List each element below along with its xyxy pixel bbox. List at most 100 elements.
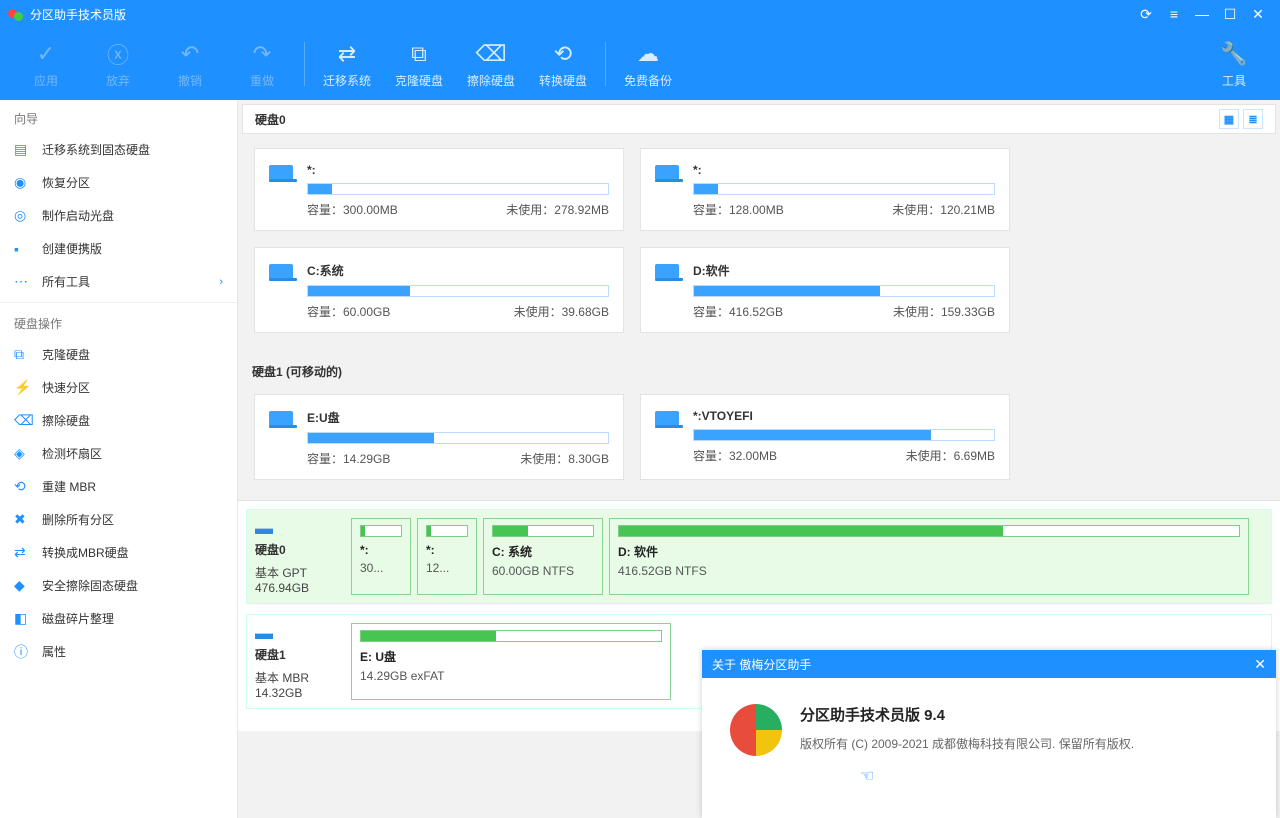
usage-bar <box>693 285 995 297</box>
sidebar-item-ops-1[interactable]: ⚡快速分区 <box>0 371 237 404</box>
capacity-label: 容量：416.52GB <box>693 303 783 320</box>
partition-card[interactable]: C:系统容量：60.00GB 未使用：39.68GB <box>254 247 624 333</box>
sidebar-item-ops-6[interactable]: ⇄转换成MBR硬盘 <box>0 536 237 569</box>
content-area: 硬盘0 ▦ ≣ *:容量：300.00MB未使用：278.92MB*:容量：12… <box>238 100 1280 818</box>
about-logo-icon <box>730 704 782 756</box>
sidebar-item-ops-9[interactable]: ⓘ属性 <box>0 635 237 668</box>
free-label: 未使用：6.69MB <box>906 447 995 464</box>
sidebar-icon: ◎ <box>14 208 34 224</box>
about-copyright: 版权所有 (C) 2009-2021 成都傲梅科技有限公司. 保留所有版权. <box>800 735 1134 752</box>
sidebar-icon: ▪ <box>14 241 34 257</box>
partition-card[interactable]: D:软件容量：416.52GB未使用：159.33GB <box>640 247 1010 333</box>
menu-icon[interactable]: ≡ <box>1160 0 1188 28</box>
partition-card[interactable]: *:容量：300.00MB未使用：278.92MB <box>254 148 624 231</box>
usage-bar <box>693 183 995 195</box>
capacity-label: 容量：300.00MB <box>307 201 398 218</box>
convert-disk-button[interactable]: ⟲转换硬盘 <box>527 34 599 94</box>
clone-disk-button[interactable]: ⧉克隆硬盘 <box>383 34 455 94</box>
disk-name: 硬盘1 <box>255 646 345 663</box>
segment-sub: 14.29GB exFAT <box>360 669 662 683</box>
free-label: 未使用：39.68GB <box>514 303 609 320</box>
sidebar-item-wizard-2[interactable]: ◎制作启动光盘 <box>0 199 237 232</box>
sidebar-item-ops-2[interactable]: ⌫ 擦除硬盘 <box>0 404 237 437</box>
drive-icon <box>269 165 297 185</box>
discard-button[interactable]: ⓧ放弃 <box>82 34 154 94</box>
sidebar-icon: ◆ <box>14 578 34 594</box>
sidebar-item-label: 转换成MBR硬盘 <box>42 544 129 561</box>
drive-icon <box>655 264 683 284</box>
drive-icon <box>655 411 683 431</box>
disk0-header[interactable]: 硬盘0 ▦ ≣ <box>242 104 1276 134</box>
disk-bar[interactable]: ▬硬盘0基本 GPT476.94GB*:30...*:12...C: 系统60.… <box>246 509 1272 604</box>
sidebar: 向导 ▤迁移系统到固态硬盘◉恢复分区◎制作启动光盘▪创建便携版⋯所有工具› 硬盘… <box>0 100 238 818</box>
hand-icon: ☜ <box>860 766 1134 786</box>
usage-bar <box>307 432 609 444</box>
sidebar-item-label: 克隆硬盘 <box>42 346 90 363</box>
maximize-button[interactable]: ☐ <box>1216 0 1244 28</box>
view-list-icon[interactable]: ≣ <box>1243 109 1263 129</box>
sidebar-item-wizard-4[interactable]: ⋯所有工具› <box>0 265 237 298</box>
apply-button[interactable]: ✓应用 <box>10 34 82 94</box>
sidebar-item-ops-0[interactable]: ⧉克隆硬盘 <box>0 338 237 371</box>
partition-segment[interactable]: D: 软件416.52GB NTFS <box>609 518 1249 595</box>
partition-name: C:系统 <box>307 262 609 279</box>
tools-button[interactable]: 🔧工具 <box>1198 34 1270 94</box>
sidebar-item-ops-7[interactable]: ◆ 安全擦除固态硬盘 <box>0 569 237 602</box>
segment-sub: 12... <box>426 561 468 575</box>
undo-button[interactable]: ↶撤销 <box>154 34 226 94</box>
partition-card[interactable]: *:VTOYEFI 容量：32.00MB 未使用：6.69MB <box>640 394 1010 480</box>
partition-segment[interactable]: *:12... <box>417 518 477 595</box>
sidebar-item-wizard-3[interactable]: ▪ 创建便携版 <box>0 232 237 265</box>
segment-sub: 30... <box>360 561 402 575</box>
wipe-disk-button[interactable]: ⌫擦除硬盘 <box>455 34 527 94</box>
redo-button[interactable]: ↷重做 <box>226 34 298 94</box>
free-label: 未使用：120.21MB <box>892 201 995 218</box>
free-backup-button[interactable]: ☁免费备份 <box>612 34 684 94</box>
sidebar-item-wizard-0[interactable]: ▤迁移系统到固态硬盘 <box>0 133 237 166</box>
partition-segment[interactable]: E: U盘 14.29GB exFAT <box>351 623 671 700</box>
minimize-button[interactable]: — <box>1188 0 1216 28</box>
sidebar-item-wizard-1[interactable]: ◉恢复分区 <box>0 166 237 199</box>
refresh-icon[interactable]: ⟳ <box>1132 0 1160 28</box>
sidebar-wizard-header: 向导 <box>0 100 237 133</box>
about-close-button[interactable]: ✕ <box>1254 656 1266 673</box>
sidebar-icon: ⓘ <box>14 644 34 660</box>
capacity-label: 容量：60.00GB <box>307 303 390 320</box>
drive-icon <box>269 264 297 284</box>
toolbar: ✓应用 ⓧ放弃 ↶撤销 ↷重做 ⇄迁移系统 ⧉克隆硬盘 ⌫擦除硬盘 ⟲转换硬盘 … <box>0 28 1280 100</box>
partition-name: *:VTOYEFI <box>693 409 995 423</box>
app-logo-icon <box>8 6 24 22</box>
sidebar-item-ops-8[interactable]: ◧磁盘碎片整理 <box>0 602 237 635</box>
sidebar-item-label: 创建便携版 <box>42 240 102 257</box>
close-button[interactable]: ✕ <box>1244 0 1272 28</box>
disk-name: 硬盘0 <box>255 541 345 558</box>
sidebar-icon: ⌫ <box>14 413 34 429</box>
sidebar-item-ops-4[interactable]: ⟲重建 MBR <box>0 470 237 503</box>
disk-icon: ▬ <box>255 518 345 539</box>
disk-size: 14.32GB <box>255 686 345 700</box>
partition-segment[interactable]: C: 系统60.00GB NTFS <box>483 518 603 595</box>
partition-card[interactable]: *:容量：128.00MB未使用：120.21MB <box>640 148 1010 231</box>
capacity-label: 容量：14.29GB <box>307 450 390 467</box>
partition-name: E:U盘 <box>307 409 609 426</box>
sidebar-item-label: 安全擦除固态硬盘 <box>42 577 138 594</box>
view-tile-icon[interactable]: ▦ <box>1219 109 1239 129</box>
sidebar-item-ops-5[interactable]: ✖删除所有分区 <box>0 503 237 536</box>
sidebar-icon: ◈ <box>14 446 34 462</box>
free-label: 未使用：159.33GB <box>893 303 995 320</box>
about-heading: 分区助手技术员版 9.4 <box>800 704 1134 725</box>
capacity-label: 容量：32.00MB <box>693 447 777 464</box>
sidebar-icon: ⟲ <box>14 479 34 495</box>
segment-label: C: 系统 <box>492 543 594 560</box>
about-dialog: 关于 傲梅分区助手 ✕ 分区助手技术员版 9.4 版权所有 (C) 2009-2… <box>702 650 1276 818</box>
segment-label: D: 软件 <box>618 543 1240 560</box>
sidebar-item-label: 擦除硬盘 <box>42 412 90 429</box>
migrate-os-button[interactable]: ⇄迁移系统 <box>311 34 383 94</box>
sidebar-icon: ✖ <box>14 512 34 528</box>
partition-segment[interactable]: *:30... <box>351 518 411 595</box>
free-label: 未使用：278.92MB <box>506 201 609 218</box>
segment-label: E: U盘 <box>360 648 662 665</box>
sidebar-item-ops-3[interactable]: ◈检测坏扇区 <box>0 437 237 470</box>
partition-card[interactable]: E:U盘容量：14.29GB未使用：8.30GB <box>254 394 624 480</box>
disk1-header[interactable]: 硬盘1 (可移动的) <box>238 353 1280 384</box>
